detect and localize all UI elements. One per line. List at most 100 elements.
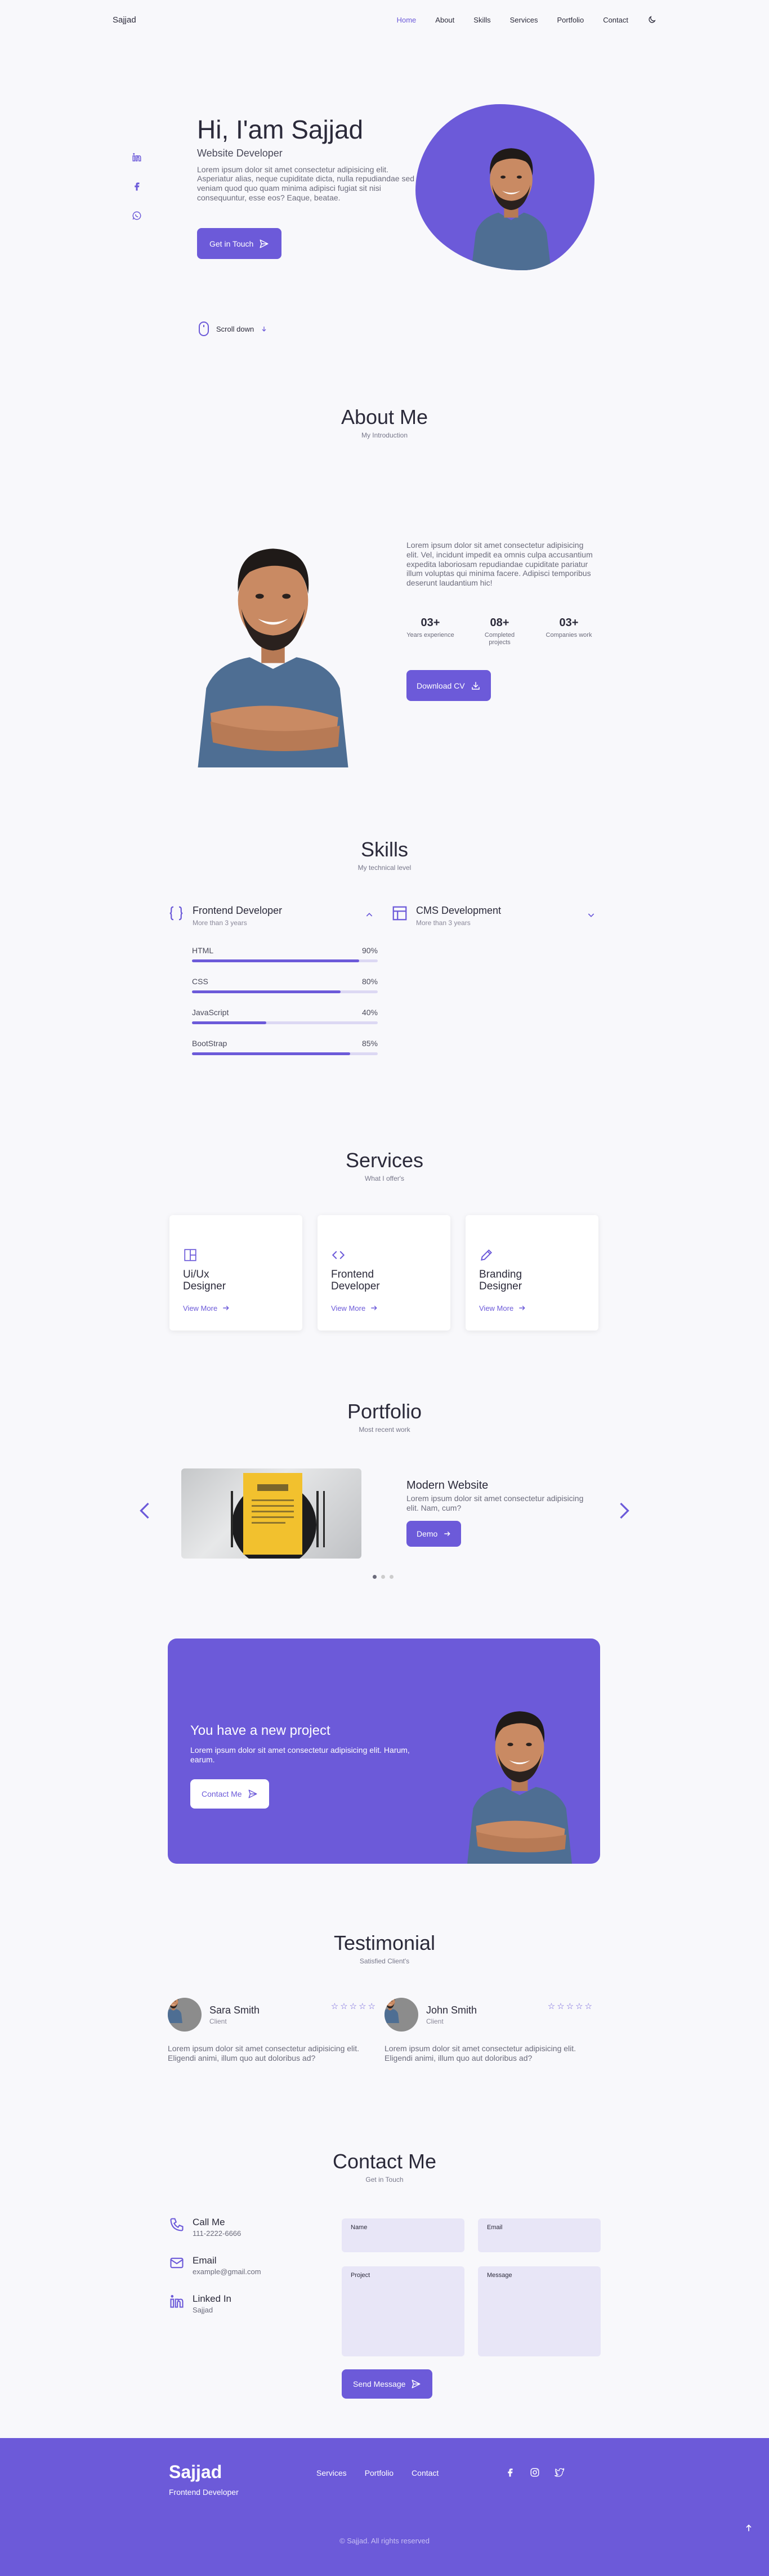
service-card-frontend[interactable]: Frontend Developer View More	[318, 1215, 450, 1331]
skill-group-sub: More than 3 years	[416, 919, 471, 927]
services-title: Services	[345, 1149, 424, 1172]
hero-subtitle: Website Developer	[197, 147, 283, 159]
nav-item-portfolio[interactable]: Portfolio	[557, 16, 584, 24]
email-input[interactable]	[487, 2234, 592, 2243]
arrow-right-icon	[222, 1304, 230, 1312]
banner-image	[460, 1689, 579, 1864]
chevron-up-icon[interactable]	[365, 910, 374, 919]
name-input[interactable]	[351, 2234, 455, 2243]
contact-title: Contact Me	[332, 2150, 437, 2173]
service-name: Branding Designer	[479, 1269, 522, 1292]
client-role: Client	[426, 2017, 444, 2025]
whatsapp-icon[interactable]	[132, 211, 142, 221]
skill-percent: 85%	[361, 1039, 378, 1048]
view-more-label: View More	[331, 1303, 366, 1312]
code-braces-icon	[168, 905, 185, 922]
view-more-link[interactable]: View More	[331, 1304, 437, 1312]
nav-item-services[interactable]: Services	[510, 16, 538, 24]
carousel-dot[interactable]	[390, 1575, 394, 1579]
project-input[interactable]	[351, 2282, 455, 2333]
testimonial-header: Testimonial Satisfied Client's	[0, 1931, 769, 1965]
stat-number: 08+	[490, 617, 509, 629]
download-cv-button[interactable]: Download CV	[406, 670, 491, 701]
chevron-right-icon[interactable]	[617, 1501, 632, 1521]
nav-item-home[interactable]: Home	[397, 16, 417, 24]
banner-description: Lorem ipsum dolor sit amet consectetur a…	[190, 1745, 410, 1764]
stat-label: Completed projects	[484, 632, 515, 646]
skill-name: JavaScript	[192, 1008, 229, 1017]
send-message-button[interactable]: Send Message	[342, 2369, 433, 2399]
carousel-dot[interactable]	[381, 1575, 385, 1579]
skill-group-title: CMS Development	[416, 905, 502, 916]
skill-percent: 40%	[361, 1008, 378, 1017]
arrow-up-icon[interactable]	[744, 2524, 753, 2533]
view-more-link[interactable]: View More	[479, 1304, 585, 1312]
facebook-icon[interactable]	[132, 181, 142, 191]
contact-subtitle: Get in Touch	[365, 2176, 404, 2184]
hero-description: Lorem ipsum dolor sit amet consectetur a…	[197, 164, 415, 202]
twitter-icon[interactable]	[555, 2467, 565, 2477]
skill-bar-bootstrap: BootStrap 85%	[192, 1039, 378, 1055]
contact-me-button[interactable]: Contact Me	[190, 1779, 269, 1809]
footer-role: Frontend Developer	[169, 2488, 239, 2497]
hero-profile-image	[415, 104, 594, 270]
contact-info-title: Linked In	[193, 2293, 231, 2304]
about-title: About Me	[341, 405, 428, 428]
skill-group-cms[interactable]: CMS Development More than 3 years	[391, 905, 501, 927]
footer-link-contact[interactable]: Contact	[412, 2468, 439, 2477]
name-field[interactable]: Name	[342, 2218, 464, 2252]
get-in-touch-button[interactable]: Get in Touch	[197, 228, 282, 259]
about-subtitle: My Introduction	[361, 431, 408, 439]
footer-link-portfolio[interactable]: Portfolio	[365, 2468, 394, 2477]
avatar	[168, 1998, 202, 2032]
project-field[interactable]: Project	[342, 2266, 464, 2356]
demo-label: Demo	[417, 1529, 438, 1538]
portfolio-project-title: Modern Website	[406, 1479, 489, 1492]
view-more-label: View More	[479, 1303, 514, 1312]
facebook-icon[interactable]	[505, 2467, 515, 2477]
service-card-branding[interactable]: Branding Designer View More	[466, 1215, 598, 1331]
linkedin-icon[interactable]	[132, 152, 142, 162]
view-more-link[interactable]: View More	[183, 1304, 289, 1312]
skill-fill	[192, 990, 341, 993]
chevron-down-icon[interactable]	[587, 910, 596, 919]
skill-bars: HTML 90% CSS 80% JavaScript 40% BootStrap 85…	[192, 946, 378, 1070]
contact-info-email[interactable]: Email example@gmail.com	[169, 2255, 261, 2276]
contact-info-value: 111-2222-6666	[193, 2229, 242, 2238]
demo-button[interactable]: Demo	[406, 1521, 462, 1547]
contact-info-value: example@gmail.com	[193, 2267, 261, 2276]
chevron-left-icon[interactable]	[137, 1501, 152, 1521]
get-in-touch-label: Get in Touch	[209, 239, 254, 248]
skills-title: Skills	[360, 838, 408, 861]
stat-number: 03+	[421, 617, 440, 629]
instagram-icon[interactable]	[530, 2467, 540, 2477]
stat-experience: 03+ Years experience	[406, 617, 454, 646]
nav-item-about[interactable]: About	[435, 16, 454, 24]
about-header: About Me My Introduction	[0, 405, 769, 439]
message-input[interactable]	[487, 2282, 592, 2333]
theme-toggle[interactable]	[647, 15, 656, 24]
nav-item-skills[interactable]: Skills	[473, 16, 490, 24]
scroll-down-link[interactable]: Scroll down	[198, 321, 267, 337]
email-field[interactable]: Email	[478, 2218, 601, 2252]
footer-copyright: © Sajjad. All rights reserved	[339, 2537, 430, 2545]
testimonial-subtitle: Satisfied Client's	[359, 1957, 410, 1965]
service-card-uiux[interactable]: Ui/Ux Designer View More	[169, 1215, 302, 1331]
skill-percent: 90%	[361, 946, 378, 955]
nav-logo[interactable]: Sajjad	[113, 15, 136, 25]
new-project-banner: You have a new project Lorem ipsum dolor…	[168, 1639, 600, 1864]
client-name: John Smith	[426, 2004, 477, 2016]
carousel-dot[interactable]	[373, 1575, 377, 1579]
skill-group-frontend[interactable]: Frontend Developer More than 3 years	[168, 905, 282, 927]
services-header: Services What I offer's	[0, 1149, 769, 1182]
nav-item-contact[interactable]: Contact	[603, 16, 628, 24]
skill-group-sub: More than 3 years	[193, 919, 247, 927]
banner-title: You have a new project	[190, 1723, 330, 1738]
contact-info-linkedin[interactable]: Linked In Sajjad	[169, 2293, 231, 2314]
service-name: Frontend Developer	[331, 1269, 380, 1292]
view-more-label: View More	[183, 1303, 218, 1312]
message-field[interactable]: Message	[478, 2266, 601, 2356]
footer-link-services[interactable]: Services	[316, 2468, 347, 2477]
contact-info-phone[interactable]: Call Me 111-2222-6666	[169, 2217, 241, 2238]
testimonial-text: Lorem ipsum dolor sit amet consectetur a…	[168, 2044, 360, 2062]
